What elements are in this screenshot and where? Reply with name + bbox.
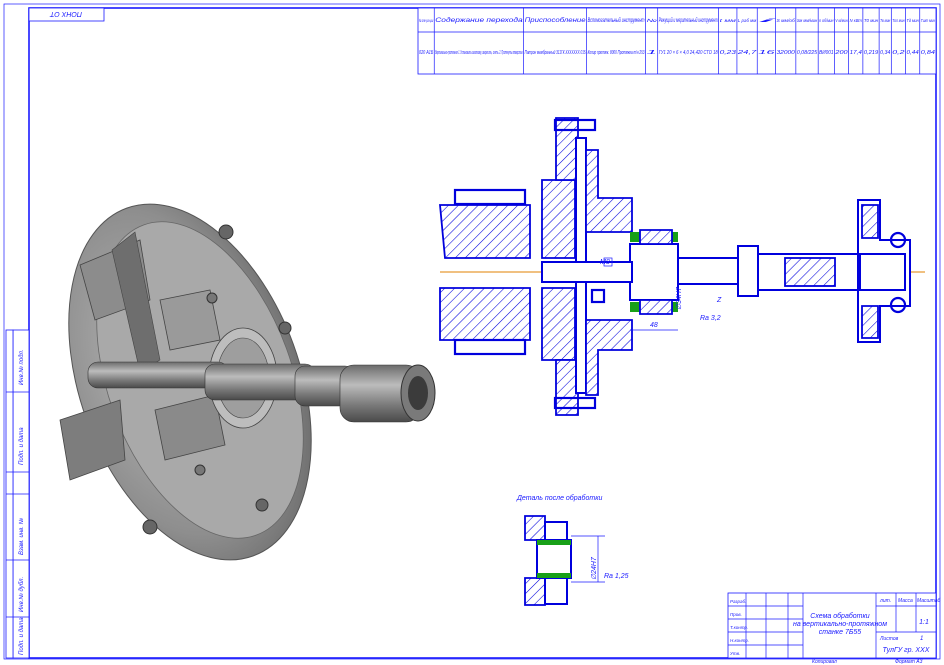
table-header-cell: Режущий и мерительный инструмент (659, 17, 718, 24)
section-drawing: 48 ∅34H7 Ra 3,2 M8 Z (439, 117, 925, 416)
table-header-cell: t мм (720, 18, 736, 23)
table-value-cell: 0,84 (921, 50, 936, 56)
copy-label: Копировал (812, 659, 837, 665)
table-value-cell: 1 (647, 50, 658, 56)
table-value-cell: Вертикально-протяжная 1. Установить заго… (435, 50, 522, 56)
table-header-cell: Tд мин (907, 18, 920, 23)
stamp-item-0: Инв.№ подл. (18, 349, 25, 385)
table-header-cell: Содержание перехода (435, 18, 523, 24)
table-value-cell: 32000 (777, 50, 796, 56)
table-value-cell: ВИ001 (819, 50, 833, 56)
title-block: Схема обработки на вертикально-протяжном… (727, 592, 941, 665)
table-header-cell: L раб мм (738, 18, 756, 23)
table-header-cell: Приспособление (525, 18, 587, 24)
role-1: Пров. (730, 612, 742, 617)
table-header-cell: Sм мм/мин (797, 18, 818, 23)
table-header-cell: N кВт (850, 18, 862, 23)
scale-label: Масштаб (917, 598, 941, 604)
table-value-cell: 0,23 (720, 50, 737, 56)
table-value-cell: 16 (758, 50, 775, 56)
isometric-model (59, 203, 436, 561)
scale-value: 1:1 (919, 619, 929, 626)
table-value-cell: 0,219 (864, 50, 878, 56)
sheets-label: Листов (879, 636, 899, 642)
role-4: Утв. (730, 651, 740, 656)
table-header-cell: Tв мин (880, 18, 891, 23)
left-stamp: Инв.№ подл. Подп. и дата Взам. инв. № Ин… (5, 329, 30, 659)
table-value-cell: ГУ1 20 × 6 × 4,0 24,420 СТО 18 (659, 50, 719, 56)
table-value-cell: 0,2 (892, 50, 905, 56)
format-label: Формат A3 (895, 659, 923, 665)
title-line1: Схема обработки (810, 612, 870, 620)
note-z: Z (716, 297, 722, 304)
table-header-cell: Tшт мин (921, 18, 936, 23)
table-header-cell: T0 мин (864, 18, 879, 23)
stamp-item-3: Инв.№ дубл. (18, 577, 25, 612)
roughness-2: Ra 1,25 (604, 573, 629, 580)
dim-bore: ∅34H7 (676, 286, 683, 310)
table-header-cell: Вспомогательный инструмент (588, 17, 645, 24)
dim-bore-detail: ∅24H7 (591, 556, 598, 580)
table-value-cell: Патрон мембранный 311ГК ХХХХХХХ 015 (525, 49, 586, 56)
sheets-value: 1 (920, 636, 923, 642)
table-value-cell: 200 (834, 50, 848, 56)
roughness-1: Ra 3,2 (700, 315, 721, 322)
table-value-cell: 0,44 (907, 50, 919, 56)
table-header-cell: Tоп мин (892, 18, 905, 23)
corner-stamp-text: ПОНХ ОТ (49, 10, 82, 17)
table-header-cell: № (647, 18, 657, 23)
table-value-cell: 24,7 (736, 50, 757, 56)
drawing-sheet: ПОНХ ОТ Инв.№ подл. Подп. и дата Взам. и… (3, 3, 941, 665)
operation-table: № опе-ра-ции 020 А1Б Содержание перехода Ве… (417, 7, 937, 75)
detail-caption: Деталь после обработки (516, 494, 602, 502)
table-value-cell: Копир протяж. 8000 Протяжка т/н 253 (588, 50, 645, 56)
role-3: Н.контр. (730, 638, 749, 643)
dim-length: 48 (650, 322, 658, 329)
table-value-cell: 020 А1Б (419, 50, 434, 56)
table-value-cell: 0,08/225 (797, 50, 818, 56)
role-0: Разраб. (730, 599, 746, 604)
table-header-cell: V м/мин (835, 18, 848, 23)
mass-label: Масса (898, 598, 913, 604)
role-2: Т.контр. (730, 625, 748, 630)
table-header-cell: № опе-ра-ции (419, 18, 433, 23)
table-header-cell: n об/мин (819, 18, 834, 23)
stamp-item-1: Подп. и дата (19, 427, 25, 465)
org-label: ТулГУ гр. ХХХ (883, 647, 930, 654)
table-value-cell: 17,4 (850, 50, 862, 56)
table-value-cell: 0,34 (880, 50, 890, 56)
table-header-cell: S мм/об (777, 18, 796, 23)
detail-view: Деталь после обработки ∅24H7 Ra 1,25 (516, 494, 629, 606)
lit-label: лит. (879, 598, 891, 604)
dim-m8: M8 (600, 259, 610, 266)
title-line3: станке 7Б55 (819, 629, 861, 636)
title-line2: на вертикально-протяжном (793, 621, 887, 628)
stamp-item-2: Взам. инв. № (18, 517, 25, 555)
stamp-item-4: Подп. и дата (19, 617, 25, 655)
